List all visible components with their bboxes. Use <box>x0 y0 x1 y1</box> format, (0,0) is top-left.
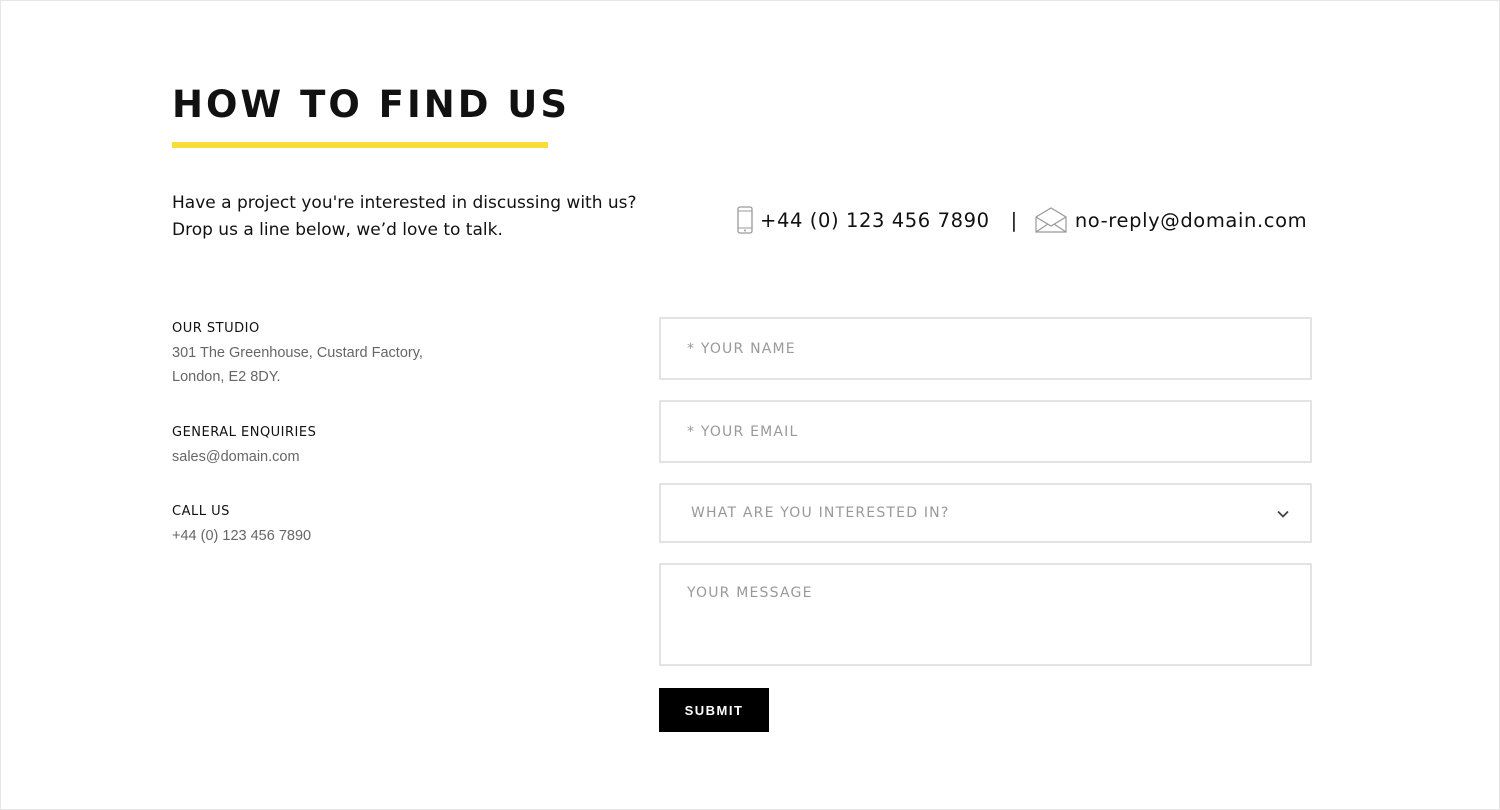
message-placeholder: YOUR MESSAGE <box>687 585 813 601</box>
chevron-down-icon <box>1276 506 1290 520</box>
studio-block: OUR STUDIO 301 The Greenhouse, Custard F… <box>172 320 592 389</box>
call-phone[interactable]: +44 (0) 123 456 7890 <box>172 524 592 548</box>
call-heading: CALL US <box>172 504 230 519</box>
email-placeholder: * YOUR EMAIL <box>687 424 799 440</box>
page-title: HOW TO FIND US <box>172 83 570 126</box>
message-textarea[interactable]: YOUR MESSAGE <box>659 563 1312 666</box>
studio-address: 301 The Greenhouse, Custard Factory, Lon… <box>172 341 592 389</box>
contact-email[interactable]: no-reply@domain.com <box>1075 209 1307 232</box>
title-underline <box>172 142 548 148</box>
studio-address-line2: London, E2 8DY. <box>172 369 281 385</box>
submit-button[interactable]: SUBMIT <box>659 688 769 732</box>
studio-heading: OUR STUDIO <box>172 321 260 336</box>
email-input[interactable]: * YOUR EMAIL <box>659 400 1312 463</box>
enquiries-heading: GENERAL ENQUIRIES <box>172 425 317 440</box>
contact-phone[interactable]: +44 (0) 123 456 7890 <box>760 209 990 232</box>
interest-placeholder: WHAT ARE YOU INTERESTED IN? <box>691 505 950 521</box>
studio-address-line1: 301 The Greenhouse, Custard Factory, <box>172 345 423 361</box>
enquiries-email[interactable]: sales@domain.com <box>172 445 592 469</box>
contact-strip: +44 (0) 123 456 7890 | no-reply@domain.c… <box>736 203 1307 237</box>
intro-text: Have a project you're interested in disc… <box>172 193 637 240</box>
phone-icon <box>736 206 754 234</box>
interest-select[interactable]: WHAT ARE YOU INTERESTED IN? <box>659 483 1312 543</box>
call-block: CALL US +44 (0) 123 456 7890 <box>172 503 592 548</box>
envelope-icon <box>1035 207 1067 233</box>
enquiries-block: GENERAL ENQUIRIES sales@domain.com <box>172 424 592 469</box>
name-input[interactable]: * YOUR NAME <box>659 317 1312 380</box>
name-placeholder: * YOUR NAME <box>687 341 796 357</box>
contact-separator: | <box>1010 208 1018 232</box>
